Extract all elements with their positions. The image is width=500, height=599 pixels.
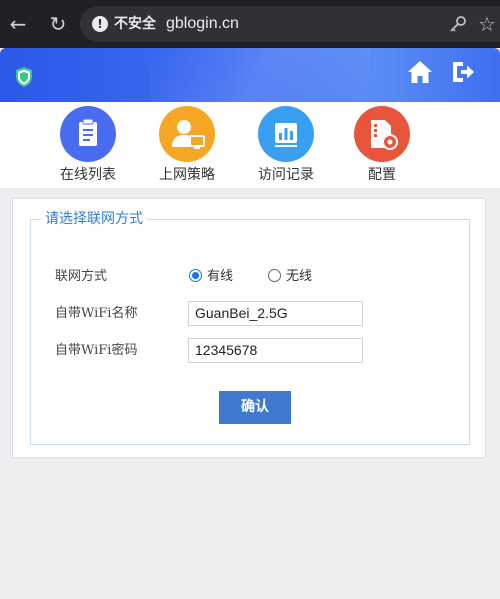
shield-icon (16, 67, 32, 87)
connection-fieldset: 请选择联网方式 联网方式 有线 无线 自带WiFi名称 GuanBei_2.5G… (30, 209, 470, 445)
logout-icon[interactable] (450, 60, 476, 84)
address-bar[interactable]: ! 不安全 gblogin.cn ☆ (80, 6, 500, 42)
radio-wired[interactable] (189, 269, 202, 282)
nav-label: 上网策略 (159, 167, 215, 183)
fieldset-legend: 请选择联网方式 (41, 209, 147, 229)
radio-wireless-label[interactable]: 无线 (286, 268, 312, 286)
wifi-password-input[interactable]: 12345678 (188, 338, 363, 363)
url-text[interactable]: gblogin.cn (166, 13, 239, 35)
main-nav: 在线列表 上网策略 访问记录 配置 (0, 102, 500, 188)
wifi-name-label: 自带WiFi名称 (55, 306, 138, 321)
connection-card: 请选择联网方式 联网方式 有线 无线 自带WiFi名称 GuanBei_2.5G… (12, 198, 486, 458)
nav-label: 访问记录 (258, 167, 314, 183)
reload-icon[interactable]: ↻ (44, 10, 72, 38)
wifi-name-input[interactable]: GuanBei_2.5G (188, 301, 363, 326)
user-computer-icon (159, 106, 215, 162)
bar-chart-icon (258, 106, 314, 162)
nav-label: 配置 (368, 167, 396, 183)
nav-item-access-log[interactable]: 访问记录 (241, 106, 331, 184)
radio-wired-label[interactable]: 有线 (207, 268, 233, 286)
nav-item-online-list[interactable]: 在线列表 (43, 106, 133, 184)
nav-item-config[interactable]: 配置 (337, 106, 427, 184)
settings-file-icon (354, 106, 410, 162)
confirm-button[interactable]: 确认 (219, 391, 291, 424)
radio-wireless[interactable] (268, 269, 281, 282)
security-status[interactable]: 不安全 (114, 14, 156, 34)
bookmark-star-icon[interactable]: ☆ (478, 12, 496, 36)
key-icon[interactable] (448, 14, 468, 34)
app-header (0, 48, 500, 102)
nav-label: 在线列表 (60, 167, 116, 183)
browser-toolbar: ← ↻ ! 不安全 gblogin.cn ☆ (0, 0, 500, 48)
back-arrow-icon[interactable]: ← (4, 10, 32, 38)
wifi-password-label: 自带WiFi密码 (55, 343, 138, 358)
clipboard-icon (60, 106, 116, 162)
connection-type-label: 联网方式 (55, 269, 108, 284)
nav-item-internet-policy[interactable]: 上网策略 (142, 106, 232, 184)
warning-icon[interactable]: ! (92, 16, 108, 32)
home-icon[interactable] (407, 60, 433, 84)
